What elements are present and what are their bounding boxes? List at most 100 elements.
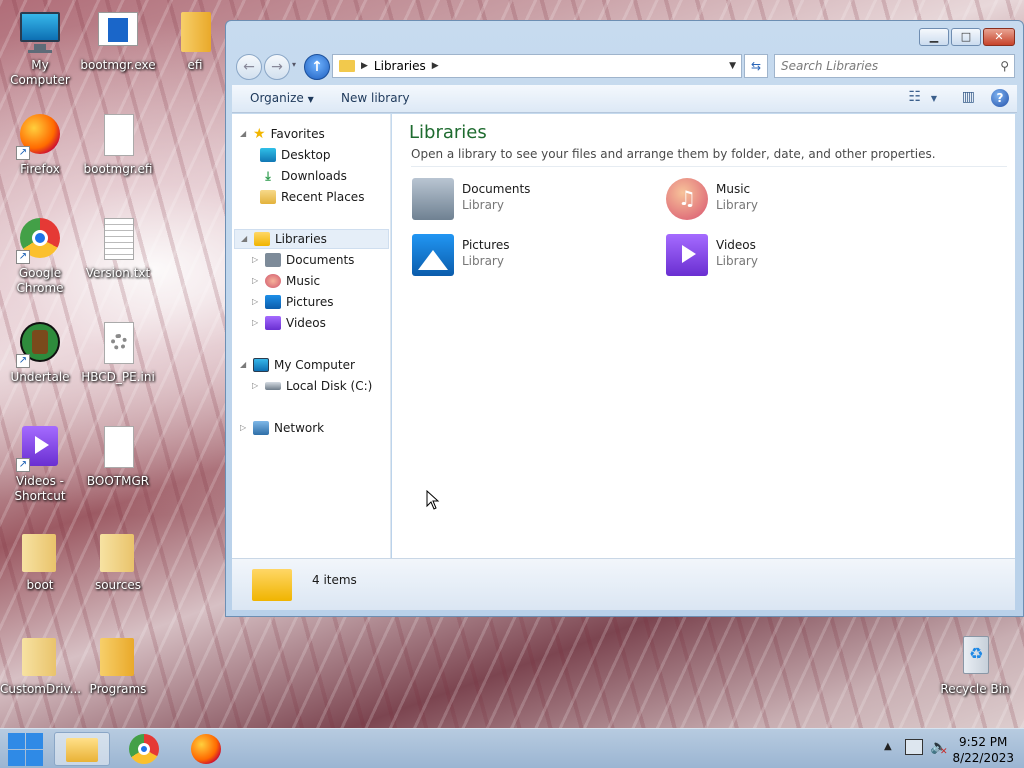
new-library-button[interactable]: New library xyxy=(341,91,410,105)
network-icon xyxy=(253,421,269,435)
preview-pane-icon[interactable]: ▥ xyxy=(962,89,975,105)
refresh-button[interactable]: ⇆ xyxy=(744,54,768,78)
shortcut-arrow-icon: ↗ xyxy=(16,354,30,368)
desktop-icon-hbcd-pe-ini[interactable]: HBCD_PE.ini xyxy=(78,320,158,385)
tree-item-favorites[interactable]: ◢ ★ Favorites xyxy=(240,124,325,144)
tree-label: Local Disk (C:) xyxy=(286,379,373,393)
organize-button[interactable]: Organize ▼ xyxy=(250,91,314,105)
breadcrumb-chevron-icon[interactable]: ▶ xyxy=(432,61,439,71)
mouse-cursor-icon xyxy=(426,490,440,510)
desktop-icon-bootmgr-efi[interactable]: bootmgr.efi xyxy=(78,112,158,177)
monitor-icon xyxy=(16,8,64,56)
library-music[interactable]: ♫ Music Library xyxy=(662,176,902,224)
tree-label: Desktop xyxy=(281,148,331,162)
desktop-icon-efi[interactable]: efi xyxy=(155,8,235,73)
breadcrumb-libraries[interactable]: Libraries xyxy=(374,59,426,73)
search-icon[interactable]: ⚲ xyxy=(1000,55,1009,77)
search-input[interactable]: Search Libraries ⚲ xyxy=(774,54,1015,78)
collapse-triangle-icon[interactable]: ▷ xyxy=(240,418,248,438)
command-toolbar: Organize ▼ New library ☷ ▼ ▥ ? xyxy=(232,85,1017,113)
desktop-icon-recycle-bin[interactable]: ♻ Recycle Bin xyxy=(935,632,1015,697)
desktop-icon-label: CustomDriv... xyxy=(0,682,82,696)
address-bar[interactable]: ▶ Libraries ▶ ▼ xyxy=(332,54,742,78)
breadcrumb-chevron-icon[interactable]: ▶ xyxy=(361,61,368,71)
close-button[interactable]: ✕ xyxy=(983,28,1015,46)
taskbar-explorer[interactable] xyxy=(54,732,110,766)
tree-item-pictures[interactable]: ▷ Pictures xyxy=(252,292,334,312)
forward-button[interactable]: → xyxy=(264,54,290,80)
settings-file-icon xyxy=(94,320,142,368)
desktop-icon-my-computer[interactable]: My Computer xyxy=(0,8,80,88)
recent-pages-chevron-icon[interactable]: ▾ xyxy=(292,60,296,69)
collapse-triangle-icon[interactable]: ▷ xyxy=(252,313,260,333)
library-documents[interactable]: Documents Library xyxy=(408,176,648,224)
tree-item-network[interactable]: ▷ Network xyxy=(240,418,324,438)
taskbar-firefox[interactable] xyxy=(178,732,234,766)
tree-item-desktop[interactable]: Desktop xyxy=(260,145,331,165)
desktop-icon-videos-shortcut[interactable]: ↗ Videos - Shortcut xyxy=(0,424,80,504)
tree-item-my-computer[interactable]: ◢ My Computer xyxy=(240,355,355,375)
expand-triangle-icon[interactable]: ◢ xyxy=(240,355,248,375)
organize-label: Organize xyxy=(250,91,304,105)
minimize-button[interactable]: ▁ xyxy=(919,28,949,46)
desktop-icon-sources[interactable]: sources xyxy=(78,528,158,593)
desktop-icon-bootmgr[interactable]: BOOTMGR xyxy=(78,424,158,489)
maximize-button[interactable]: □ xyxy=(951,28,981,46)
tree-item-documents[interactable]: ▷ Documents xyxy=(252,250,354,270)
desktop-icon-boot[interactable]: boot xyxy=(0,528,80,593)
collapse-triangle-icon[interactable]: ▷ xyxy=(252,376,260,396)
play-icon xyxy=(682,245,696,263)
up-button[interactable]: ↑ xyxy=(304,54,330,80)
minimize-icon: ▁ xyxy=(929,30,939,43)
address-dropdown-icon[interactable]: ▼ xyxy=(729,61,736,71)
page-description: Open a library to see your files and arr… xyxy=(411,147,936,161)
tree-item-libraries[interactable]: ◢ Libraries xyxy=(234,229,389,249)
desktop-icon-label: bootmgr.exe xyxy=(80,58,156,72)
expand-triangle-icon[interactable]: ◢ xyxy=(240,124,248,144)
expand-triangle-icon[interactable]: ◢ xyxy=(241,229,249,249)
explorer-window[interactable]: ▁ □ ✕ ← → ▾ ↑ ▶ Libraries ▶ ▼ ⇆ Search L… xyxy=(225,20,1024,617)
start-button[interactable] xyxy=(6,731,44,767)
page-title: Libraries xyxy=(409,122,487,143)
back-arrow-icon: ← xyxy=(243,59,255,75)
library-videos[interactable]: Videos Library xyxy=(662,232,902,280)
desktop-icon-undertale[interactable]: ↗ Undertale xyxy=(0,320,80,385)
desktop-icon-programs[interactable]: Programs xyxy=(78,632,158,697)
folder-icon xyxy=(16,632,64,680)
content-pane: Libraries Open a library to see your fil… xyxy=(392,114,1015,558)
libraries-folder-icon xyxy=(252,569,292,601)
desktop-icon-customdrivers[interactable]: CustomDriv... xyxy=(0,632,82,697)
maximize-icon: □ xyxy=(960,30,972,43)
tree-item-music[interactable]: ▷ Music xyxy=(252,271,320,291)
desktop-icon-google-chrome[interactable]: ↗ Google Chrome xyxy=(0,216,80,296)
documents-icon xyxy=(412,178,454,220)
desktop-icon-firefox[interactable]: ↗ Firefox xyxy=(0,112,80,177)
show-hidden-icons-chevron-icon[interactable]: ▲ xyxy=(884,741,892,752)
tree-item-local-disk[interactable]: ▷ Local Disk (C:) xyxy=(252,376,372,396)
tree-item-videos[interactable]: ▷ Videos xyxy=(252,313,326,333)
tree-label: Downloads xyxy=(281,169,347,183)
folder-icon xyxy=(16,528,64,576)
tree-item-downloads[interactable]: ⤓ Downloads xyxy=(260,166,347,186)
videos-icon: ↗ xyxy=(16,424,64,472)
clock-time: 9:52 PM xyxy=(959,735,1008,749)
desktop-icon-label: Firefox xyxy=(20,162,60,176)
library-pictures[interactable]: Pictures Library xyxy=(408,232,648,280)
system-clock[interactable]: 9:52 PM 8/22/2023 xyxy=(952,734,1014,766)
tree-item-recent-places[interactable]: Recent Places xyxy=(260,187,364,207)
windows-logo-icon xyxy=(8,750,25,766)
collapse-triangle-icon[interactable]: ▷ xyxy=(252,271,260,291)
taskbar-chrome[interactable] xyxy=(116,732,172,766)
up-arrow-icon: ↑ xyxy=(311,59,323,75)
view-options-chevron-icon[interactable]: ▼ xyxy=(931,94,937,103)
change-view-icon[interactable]: ☷ xyxy=(908,89,921,105)
network-status-icon[interactable] xyxy=(905,739,923,755)
windows-logo-icon xyxy=(26,733,43,749)
music-note-icon: ♫ xyxy=(678,186,696,210)
collapse-triangle-icon[interactable]: ▷ xyxy=(252,250,260,270)
help-icon[interactable]: ? xyxy=(991,89,1009,107)
desktop-icon-version-txt[interactable]: Version.txt xyxy=(78,216,158,281)
desktop-icon-bootmgr-exe[interactable]: bootmgr.exe xyxy=(78,8,158,73)
collapse-triangle-icon[interactable]: ▷ xyxy=(252,292,260,312)
back-button[interactable]: ← xyxy=(236,54,262,80)
